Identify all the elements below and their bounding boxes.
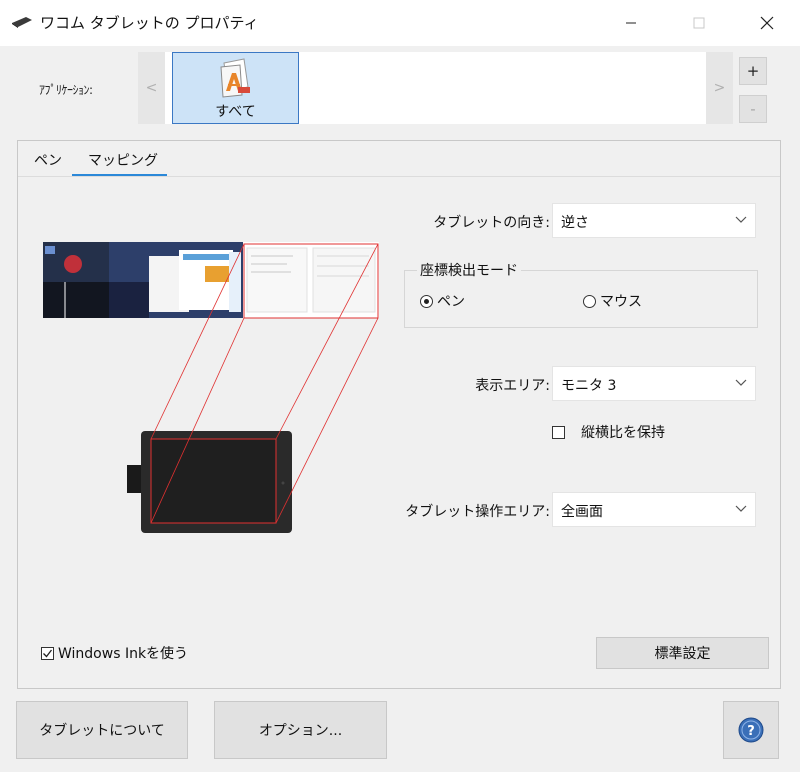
title-bar[interactable]: ワコム タブレットの プロパティ xyxy=(0,0,800,46)
minimize-button[interactable] xyxy=(608,0,654,46)
checkbox-checked-indicator xyxy=(41,646,54,660)
display-area-label: 表示エリア: xyxy=(475,378,550,394)
mode-group-title: 座標検出モード xyxy=(417,260,521,280)
windows-ink-checkbox[interactable]: Windows Inkを使う xyxy=(41,644,188,662)
help-button[interactable]: ? xyxy=(723,701,779,759)
remove-application-button[interactable]: - xyxy=(739,95,767,123)
add-application-button[interactable]: + xyxy=(739,57,767,85)
orientation-dropdown[interactable]: 逆さ xyxy=(552,203,756,238)
about-tablet-button[interactable]: タブレットについて xyxy=(16,701,188,759)
monitor-3-thumbnail xyxy=(243,242,379,318)
help-icon: ? xyxy=(738,717,764,743)
tablet-pen-icon xyxy=(12,17,32,28)
chevron-down-icon xyxy=(735,505,747,512)
monitor-2-thumbnail xyxy=(109,242,243,318)
maximize-button[interactable] xyxy=(676,0,722,46)
monitor-3-preview xyxy=(243,242,379,318)
display-area-value: モニタ 3 xyxy=(561,378,617,394)
applications-label: ｱﾌﾟﾘｹｰｼｮﾝ: xyxy=(39,83,93,97)
chevron-down-icon xyxy=(735,216,747,223)
application-tile-all[interactable]: すべて xyxy=(172,52,299,124)
keep-aspect-label: 縦横比を保持 xyxy=(581,425,665,441)
applications-scroll-left-button[interactable]: < xyxy=(138,52,165,124)
keep-aspect-checkbox[interactable]: 縦横比を保持 xyxy=(552,423,665,441)
monitor-2-preview xyxy=(109,242,243,318)
monitor-1-thumbnail xyxy=(43,242,109,318)
minimize-icon xyxy=(626,22,636,24)
application-tile-label: すべて xyxy=(215,104,256,120)
monitor-preview xyxy=(43,242,379,318)
mode-mouse-radio[interactable]: マウス xyxy=(583,292,642,310)
radio-unchecked-indicator xyxy=(583,294,596,308)
checkbox-unchecked-indicator xyxy=(552,425,565,439)
tablet-area-label: タブレット操作エリア: xyxy=(405,504,550,520)
applications-scroll-right-button[interactable]: > xyxy=(706,52,733,124)
chevron-down-icon xyxy=(735,379,747,386)
mode-pen-label: ペン xyxy=(437,294,465,310)
windows-ink-label: Windows Inkを使う xyxy=(58,646,189,662)
maximize-icon xyxy=(693,17,705,29)
radio-checked-indicator xyxy=(420,294,433,308)
tablet-area-value: 全画面 xyxy=(561,504,603,520)
checkmark-icon xyxy=(43,649,53,657)
display-area-dropdown[interactable]: モニタ 3 xyxy=(552,366,756,401)
tab-pen[interactable]: ペン xyxy=(34,150,62,178)
close-icon xyxy=(760,16,774,30)
orientation-label: タブレットの向き: xyxy=(433,215,550,231)
orientation-value: 逆さ xyxy=(561,215,589,231)
options-button[interactable]: オプション... xyxy=(214,701,387,759)
mode-pen-radio[interactable]: ペン xyxy=(420,292,465,310)
tablet-area-dropdown[interactable]: 全画面 xyxy=(552,492,756,527)
default-settings-button[interactable]: 標準設定 xyxy=(596,637,769,669)
svg-text:?: ? xyxy=(747,724,755,739)
mode-mouse-label: マウス xyxy=(600,294,642,310)
monitor-1-preview xyxy=(43,242,109,318)
wacom-properties-window: ワコム タブレットの プロパティ ｱﾌﾟﾘｹｰｼｮﾝ: < すべて > + - … xyxy=(0,0,800,772)
all-applications-icon xyxy=(220,58,250,98)
close-button[interactable] xyxy=(744,0,790,46)
window-title: ワコム タブレットの プロパティ xyxy=(40,14,259,32)
